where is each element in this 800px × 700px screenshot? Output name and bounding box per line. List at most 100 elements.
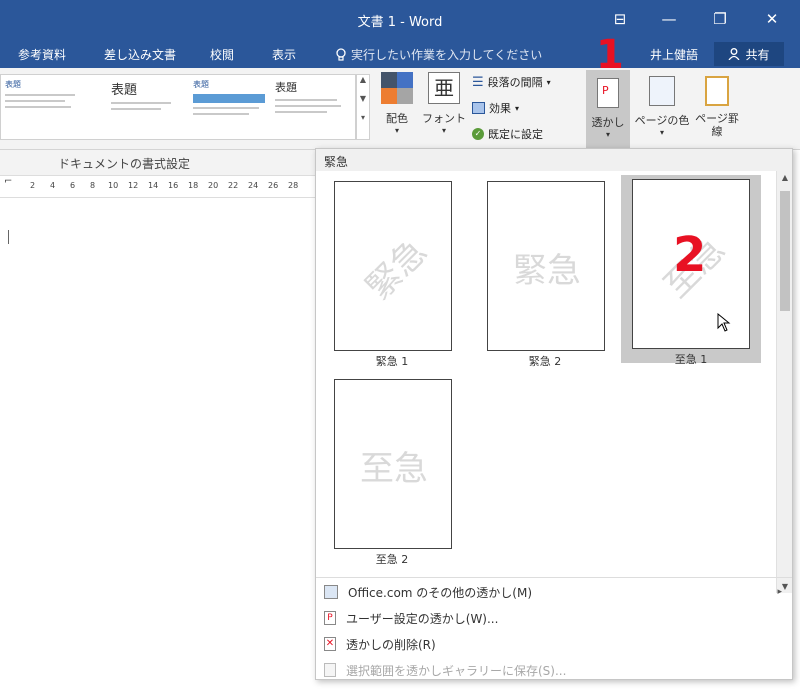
document-formatting-label: ドキュメントの書式設定 <box>58 157 191 171</box>
style-set-title: 表題 <box>5 80 21 89</box>
menu-item-office-watermarks[interactable]: Office.com のその他の透かし(M) ▸ <box>320 580 788 604</box>
effects-button[interactable]: 効果 ▾ <box>472 100 519 116</box>
set-as-default-button[interactable]: ✓ 既定に設定 <box>472 126 543 142</box>
check-circle-icon: ✓ <box>472 128 484 140</box>
tell-me-box[interactable]: 実行したい作業を入力してください <box>335 46 542 63</box>
document-area[interactable] <box>0 150 318 700</box>
menu-item-remove-watermark[interactable]: ✕ 透かしの削除(R) <box>320 632 788 656</box>
style-set-title: 表題 <box>193 80 209 89</box>
page-borders-button[interactable]: ページ罫線 <box>694 72 740 138</box>
fonts-button[interactable]: 亜 フォント ▾ <box>422 72 466 135</box>
custom-watermark-icon: P <box>324 611 336 625</box>
gallery-scrollbar[interactable]: ▲ ▼ <box>776 171 792 593</box>
text-cursor <box>8 230 9 244</box>
step-callout-1: 1 <box>596 32 624 78</box>
minimize-button[interactable]: — <box>655 6 683 32</box>
paragraph-spacing-button[interactable]: ☰ 段落の間隔 ▾ <box>472 74 551 90</box>
tab-references[interactable]: 参考資料 <box>18 46 66 63</box>
ruler-tick: 10 <box>108 181 119 190</box>
colors-label: 配色 <box>386 112 408 125</box>
tab-review[interactable]: 校閲 <box>210 46 234 63</box>
watermark-icon: P <box>597 78 619 108</box>
chevron-right-icon: ▸ <box>777 587 782 597</box>
page-borders-icon <box>705 76 729 106</box>
share-label: 共有 <box>745 47 770 62</box>
restore-button[interactable]: ❐ <box>706 6 734 32</box>
page-thumbnail: 至急 <box>334 379 452 549</box>
chevron-up-icon[interactable]: ▲ <box>357 75 369 84</box>
paragraph-spacing-icon: ☰ <box>472 74 484 90</box>
ruler-tick: 24 <box>248 181 259 190</box>
remove-watermark-icon: ✕ <box>324 637 336 651</box>
page-color-button[interactable]: ページの色 ▾ <box>634 72 690 137</box>
gallery-scroll[interactable]: ▲ ▼ ▾ <box>356 74 370 140</box>
page-color-icon <box>649 76 675 106</box>
page-thumbnail: 緊急 <box>487 181 605 351</box>
watermark-thumbnail[interactable]: 緊急 緊急 2 <box>481 177 609 368</box>
style-set-gallery[interactable]: 表題 表題 表題 表題 <box>0 74 356 140</box>
fonts-icon: 亜 <box>428 72 460 104</box>
horizontal-ruler[interactable]: ⌐ 2 4 6 8 10 12 14 16 18 20 22 24 26 28 <box>0 176 318 198</box>
ruler-tick: 28 <box>288 181 299 190</box>
chevron-down-icon: ▾ <box>605 130 610 139</box>
style-set-item[interactable]: 表題 <box>275 79 353 135</box>
user-name[interactable]: 井上健語 <box>650 46 698 63</box>
ribbon-display-options-button[interactable]: ⊟ <box>606 6 634 32</box>
ruler-tick: 16 <box>168 181 179 190</box>
style-set-item[interactable]: 表題 <box>111 79 189 135</box>
close-button[interactable]: ✕ <box>758 6 786 32</box>
ruler-tick: 14 <box>148 181 159 190</box>
color-palette-icon <box>381 72 413 104</box>
gallery-more-icon[interactable]: ▾ <box>357 113 369 122</box>
ribbon: 表題 表題 表題 表題 ▲ ▼ ▾ 配色 ▾ 亜 フォント ▾ ☰ 段落の間隔 … <box>0 68 800 150</box>
watermark-label: 透かし <box>591 116 625 129</box>
tab-view[interactable]: 表示 <box>272 46 296 63</box>
style-set-item[interactable]: 表題 <box>5 79 83 135</box>
chevron-up-icon[interactable]: ▲ <box>777 173 793 182</box>
ruler-tick: 18 <box>188 181 199 190</box>
thumbnail-label: 至急 1 <box>674 353 708 366</box>
watermark-thumbnail[interactable]: 至急 至急 2 <box>328 375 456 566</box>
fonts-label: フォント <box>422 112 466 125</box>
watermark-thumbnail-selected[interactable]: 至急 至急 1 2 <box>621 175 761 366</box>
style-set-title: 表題 <box>275 81 297 94</box>
office-watermark-icon <box>324 585 338 599</box>
style-set-title: 表題 <box>111 83 138 98</box>
chevron-down-icon[interactable]: ▼ <box>357 94 369 103</box>
tab-mailings[interactable]: 差し込み文書 <box>104 46 176 63</box>
chevron-down-icon: ▾ <box>659 128 664 137</box>
menu-item-label: Office.com のその他の透かし(M) <box>348 585 533 600</box>
thumbnail-label: 至急 2 <box>375 553 409 566</box>
person-icon <box>728 48 741 60</box>
watermark-gallery-dropdown: 緊急 緊急 緊急 1 緊急 緊急 2 至急 至急 1 2 至急 至急 2 ▲ ▼ <box>315 148 793 680</box>
page-color-label: ページの色 <box>634 114 690 127</box>
ruler-tick: 22 <box>228 181 239 190</box>
ruler-tick: 20 <box>208 181 219 190</box>
title-bar: 文書 1 - Word ⊟ — ❐ ✕ <box>0 0 800 40</box>
watermark-thumbnail[interactable]: 緊急 緊急 1 <box>328 177 456 368</box>
ruler-tick: 26 <box>268 181 279 190</box>
menu-item-custom-watermark[interactable]: P ユーザー設定の透かし(W)... <box>320 606 788 630</box>
menu-item-label: 選択範囲を透かしギャラリーに保存(S)... <box>346 663 567 678</box>
ruler-tick: 2 <box>30 181 36 190</box>
watermark-button[interactable]: P 透かし ▾ <box>586 70 630 148</box>
ruler-tick: 8 <box>90 181 96 190</box>
scrollbar-thumb[interactable] <box>780 191 790 311</box>
ruler-tick: 4 <box>50 181 56 190</box>
colors-button[interactable]: 配色 ▾ <box>378 72 416 135</box>
effects-icon <box>472 102 485 114</box>
style-set-item[interactable]: 表題 <box>193 79 271 135</box>
share-button[interactable]: 共有 <box>714 42 784 66</box>
tell-me-placeholder: 実行したい作業を入力してください <box>351 48 543 62</box>
paragraph-spacing-label: 段落の間隔 <box>487 76 543 89</box>
tab-stop-icon[interactable]: ⌐ <box>4 176 12 187</box>
chevron-down-icon: ▾ <box>546 77 551 87</box>
watermark-text: 緊急 <box>358 231 435 308</box>
document-formatting-group: ドキュメントの書式設定 <box>0 150 318 176</box>
ribbon-tab-bar: 参考資料 差し込み文書 校閲 表示 実行したい作業を入力してください 井上健語 … <box>0 40 800 68</box>
gallery-category-header: 緊急 <box>316 149 792 171</box>
lightbulb-icon <box>336 47 346 61</box>
menu-item-label: 透かしの削除(R) <box>346 637 436 652</box>
step-callout-2: 2 <box>673 227 707 283</box>
page-borders-label: ページ罫線 <box>695 112 739 138</box>
